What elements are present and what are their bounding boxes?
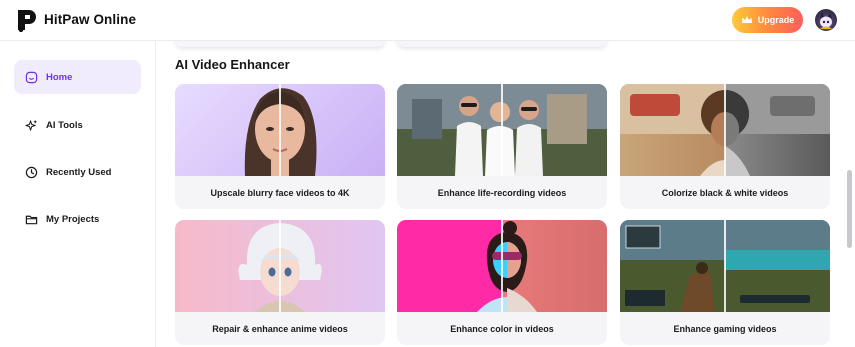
home-smile-icon — [25, 71, 38, 83]
main-content: AI Video Enhancer Upscale blurry face vi… — [156, 41, 844, 347]
sidebar-item-my-projects[interactable]: My Projects — [14, 202, 141, 236]
before-after-divider — [279, 220, 281, 312]
tool-card-color-enhance[interactable]: Enhance color in videos — [397, 220, 607, 345]
tool-card-gaming[interactable]: Enhance gaming videos — [620, 220, 830, 345]
before-after-divider — [279, 84, 281, 176]
tool-card-upscale-face[interactable]: Upscale blurry face videos to 4K — [175, 84, 385, 209]
tool-card-anime[interactable]: Repair & enhance anime videos — [175, 220, 385, 345]
hitpaw-logo-icon[interactable] — [16, 8, 38, 32]
previous-card-bottom[interactable] — [397, 41, 607, 47]
sidebar-item-recently-used[interactable]: Recently Used — [14, 155, 141, 189]
folder-icon — [25, 215, 38, 224]
upgrade-button[interactable]: Upgrade — [732, 7, 803, 33]
card-label: Repair & enhance anime videos — [212, 323, 348, 334]
clock-icon — [25, 166, 38, 178]
before-after-divider — [724, 84, 726, 176]
page-scrollbar[interactable] — [847, 170, 852, 248]
brand-name[interactable]: HitPaw Online — [44, 12, 136, 27]
card-label: Upscale blurry face videos to 4K — [210, 187, 350, 198]
before-after-divider — [501, 220, 503, 312]
top-bar: HitPaw Online Upgrade — [0, 0, 855, 41]
sidebar-item-label: My Projects — [46, 213, 100, 225]
before-after-divider — [501, 84, 503, 176]
card-label: Enhance color in videos — [450, 323, 554, 334]
sidebar-item-label: Home — [46, 71, 73, 83]
sparkle-icon — [25, 119, 38, 131]
sidebar-item-label: Recently Used — [46, 166, 112, 178]
section-title: AI Video Enhancer — [175, 57, 290, 72]
sidebar-item-home[interactable]: Home — [14, 60, 141, 94]
user-avatar[interactable] — [815, 9, 837, 31]
sidebar-item-ai-tools[interactable]: AI Tools — [14, 108, 141, 142]
upgrade-label: Upgrade — [757, 15, 795, 25]
card-label: Enhance gaming videos — [673, 323, 777, 334]
card-label: Colorize black & white videos — [661, 187, 789, 198]
previous-card-bottom[interactable] — [175, 41, 385, 47]
card-label: Enhance life-recording videos — [437, 187, 567, 198]
tool-card-colorize[interactable]: Colorize black & white videos — [620, 84, 830, 209]
sidebar: Home AI Tools Recently Used My Projects — [0, 41, 156, 347]
avatar-figure-icon — [820, 12, 832, 29]
tool-card-life-recording[interactable]: Enhance life-recording videos — [397, 84, 607, 209]
sidebar-item-label: AI Tools — [46, 119, 83, 131]
before-after-divider — [724, 220, 726, 312]
crown-icon — [741, 16, 752, 23]
